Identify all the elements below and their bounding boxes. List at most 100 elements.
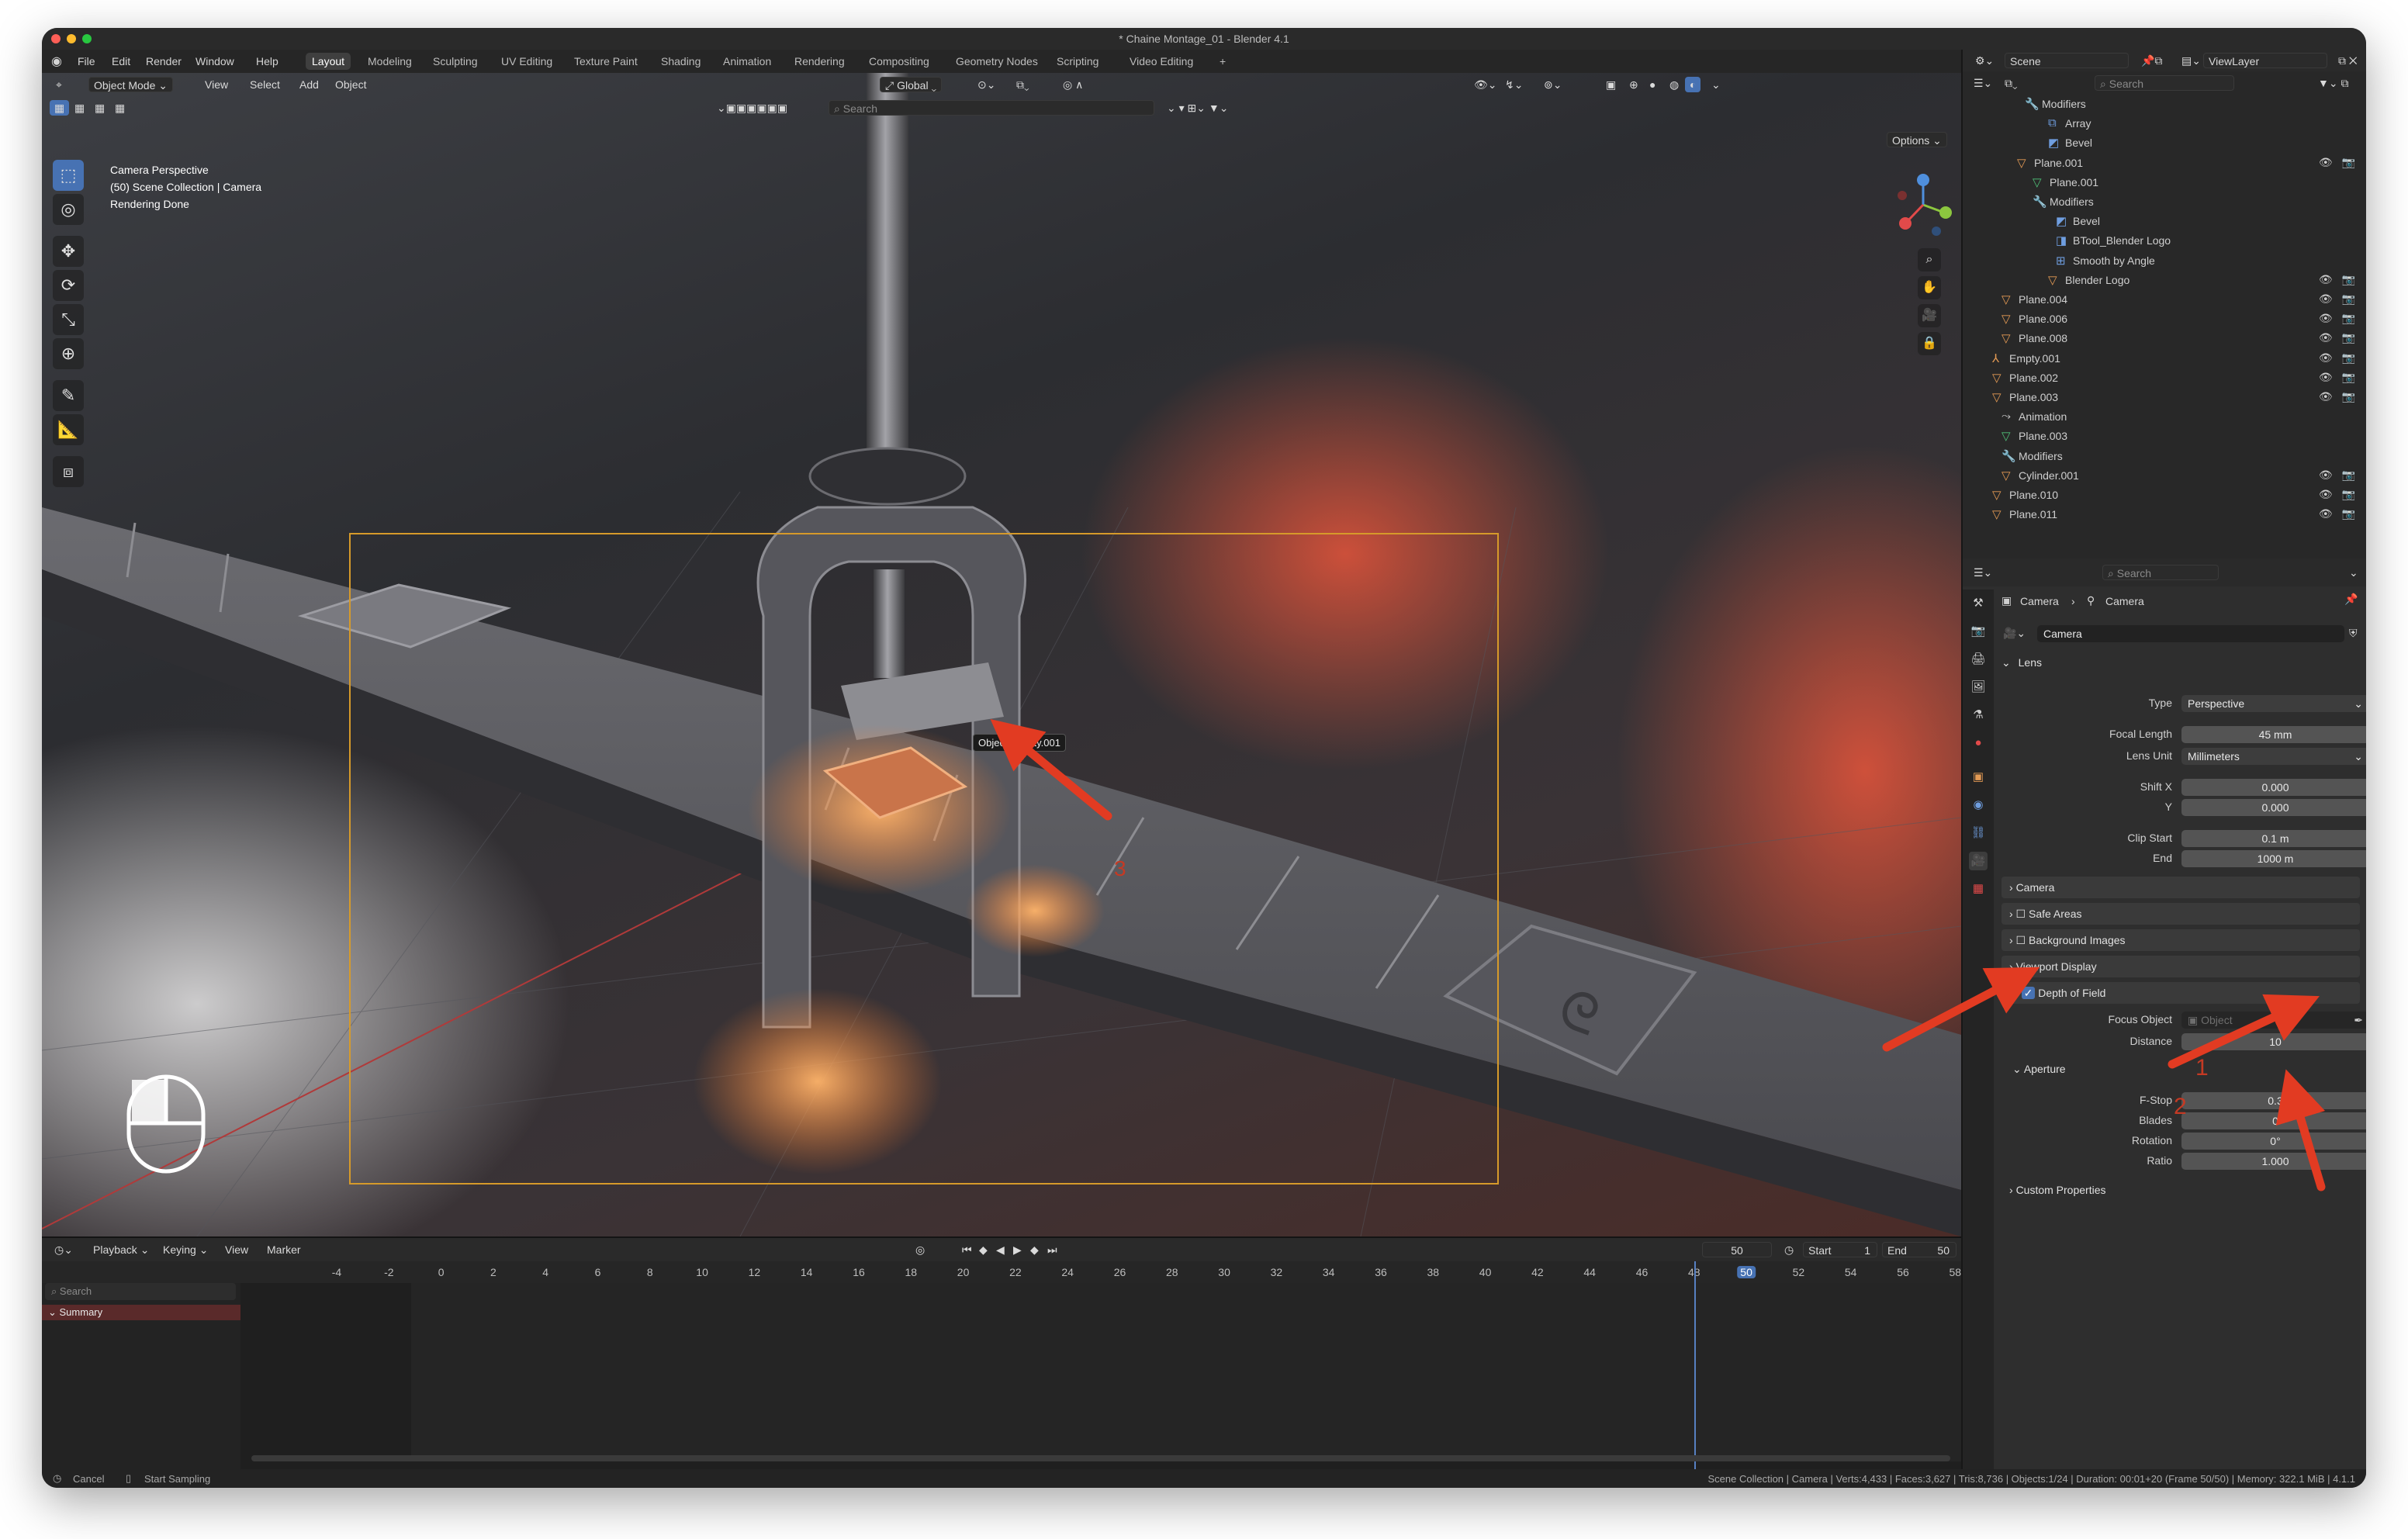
proportional-editing-icon[interactable]: ◎ ∧ [1058,77,1088,92]
outliner-row[interactable]: ▽ Plane.011 👁 📷 [1963,505,2366,524]
outliner-row[interactable]: ⧉ Array [1963,114,2366,133]
tab-geometry-nodes[interactable]: Geometry Nodes [950,53,1044,70]
visibility-toggle-icon[interactable]: 👁 📷 [2319,292,2358,306]
timeline-menu-marker[interactable]: Marker [262,1242,306,1257]
world-tab-icon[interactable]: ● [1969,734,1988,752]
navigation-gizmo[interactable] [1888,166,1958,244]
options-dropdown[interactable]: Options ⌄ [1887,132,1947,147]
select-box-subtract-icon[interactable]: ▦ [90,100,109,116]
viewport-search-input[interactable]: ⌕ Search [829,100,1154,116]
safe-areas-panel-header[interactable]: › ☐ Safe Areas [2001,903,2360,925]
physics-tab-icon[interactable]: ◉ [1969,796,1988,814]
outliner-row[interactable]: ▽ Plane.010 👁 📷 [1963,486,2366,505]
timeline-menu-view[interactable]: View [220,1242,253,1257]
depth-of-field-checkbox[interactable]: ✓ [2021,987,2036,999]
tab-uv-editing[interactable]: UV Editing [495,53,559,70]
tab-video-editing[interactable]: Video Editing [1123,53,1199,70]
shading-solid-icon[interactable]: ● [1645,77,1660,92]
scene-pin-icon[interactable]: 📌⧉ [2136,53,2167,68]
scene-tab-icon[interactable]: ⚗ [1969,706,1988,725]
fstop-field[interactable]: 0.3 [2181,1092,2366,1109]
3d-viewport[interactable]: ᘓ ⌖ Object Mode ⌄ View Select Add Object… [42,73,1961,1236]
outliner-row[interactable]: ▽ Plane.003 👁 📷 [1963,388,2366,407]
outliner-row[interactable]: ▽ Cylinder.001 👁 📷 [1963,466,2366,486]
jump-keyframe-back-icon[interactable]: ◆ [974,1242,992,1257]
tab-scripting[interactable]: Scripting [1050,53,1105,70]
tool-tab-icon[interactable]: ⚒ [1969,594,1988,613]
tab-sculpting[interactable]: Sculpting [427,53,484,70]
display-mode-icon[interactable]: ⧉⌄ [2000,75,2022,91]
jump-end-icon[interactable]: ⏭ [1043,1242,1062,1257]
outliner-row[interactable]: ▽ Plane.002 👁 📷 [1963,368,2366,388]
distance-field[interactable]: 10 [2181,1033,2366,1050]
output-tab-icon[interactable]: 🖨 [1969,650,1988,669]
blender-logo-icon[interactable]: ◉ [51,54,62,69]
properties-options-icon[interactable]: ⌄ [2344,565,2363,580]
constraints-tab-icon[interactable]: ⛓ [1969,824,1988,842]
menu-file[interactable]: File [78,55,95,67]
play-reverse-icon[interactable]: ◀ [991,1242,1009,1257]
menu-help[interactable]: Help [256,55,279,67]
zoom-view-icon[interactable]: ⌕ [1918,248,1941,271]
outliner-row[interactable]: ▽ Plane.004 👁 📷 [1963,290,2366,310]
focal-length-field[interactable]: 45 mm [2181,726,2366,743]
collection-filter-icon[interactable]: ⌄▣▣▣▣▣▣ [712,100,792,116]
outliner-row[interactable]: ◩ Bevel [1963,212,2366,231]
select-box-new-icon[interactable]: ▦ [50,100,70,116]
filter-options-icon[interactable]: ⌄ ▾ ⊞⌄ ▼⌄ [1162,100,1233,116]
menu-window[interactable]: Window [195,55,234,67]
tab-texture-paint[interactable]: Texture Paint [568,53,644,70]
timeline-editor-icon[interactable]: ◷⌄ [50,1242,78,1257]
depth-of-field-panel-header[interactable]: ⌄ ✓ Depth of Field [2001,982,2360,1004]
pin-icon[interactable]: 📌 [2344,593,2358,606]
tab-rendering[interactable]: Rendering [788,53,851,70]
editor-type-icon[interactable]: ⌖ [51,77,67,92]
annotate-tool-icon[interactable]: ✎ [53,380,84,411]
play-icon[interactable]: ▶ [1009,1242,1026,1257]
outliner-row[interactable]: ◨ BTool_Blender Logo [1963,231,2366,251]
viewport-menu-view[interactable]: View [200,77,233,92]
object-mode-dropdown[interactable]: Object Mode ⌄ [88,77,173,92]
menu-render[interactable]: Render [146,55,182,67]
outliner-row[interactable]: ▽ Plane.008 👁 📷 [1963,329,2366,348]
outliner-row[interactable]: ▽ Plane.001 [1963,173,2366,192]
outliner-row[interactable]: ⊞ Smooth by Angle [1963,251,2366,271]
tab-modeling[interactable]: Modeling [362,53,418,70]
shift-y-field[interactable]: 0.000 [2181,799,2366,816]
viewport-menu-select[interactable]: Select [245,77,285,92]
tab-layout[interactable]: Layout [306,53,351,70]
timeline-ruler[interactable]: -4 -2 0 2 4 6 8 10 12 14 16 18 20 22 24 26 28 30 32 34 36 38 4… [42,1261,1961,1283]
pan-view-icon[interactable]: ✋ [1918,276,1941,299]
outliner-row[interactable]: ⤳ Animation [1963,407,2366,427]
visibility-toggle-icon[interactable]: 👁 📷 [2319,331,2358,344]
properties-search-input[interactable]: ⌕ Search [2102,565,2219,580]
outliner-row[interactable]: ▽ Plane.003 [1963,427,2366,446]
camera-datablock-name[interactable]: Camera [2037,625,2344,642]
timeline-search-input[interactable]: ⌕ Search [45,1283,236,1300]
summary-channel[interactable]: ⌄ Summary [42,1305,240,1320]
ratio-field[interactable]: 1.000 [2181,1153,2366,1170]
camera-data-tab-icon[interactable]: 🎥 [1969,852,1988,870]
clip-start-field[interactable]: 0.1 m [2181,830,2366,847]
blades-field[interactable]: 0 [2181,1112,2366,1129]
outliner-search-input[interactable]: ⌕ Search [2095,75,2234,91]
custom-properties-panel-header[interactable]: › Custom Properties [2001,1179,2360,1201]
viewport-menu-add[interactable]: Add [295,77,323,92]
outliner-editor-icon[interactable]: ☰⌄ [1969,75,1997,91]
scale-tool-icon[interactable]: ⤡ [53,304,84,335]
scene-selector[interactable]: Scene [2005,53,2129,68]
visibility-toggle-icon[interactable]: 👁 📷 [2319,156,2358,169]
snapping-icon[interactable]: ⧉⌄ [1012,77,1034,92]
jump-keyframe-forward-icon[interactable]: ◆ [1026,1242,1043,1257]
clip-end-field[interactable]: 1000 m [2181,850,2366,867]
pivot-point-icon[interactable]: ⊙⌄ [973,77,1000,92]
lens-panel-header[interactable]: ⌄ Lens [2001,656,2360,675]
add-cube-tool-icon[interactable]: ⧈ [53,456,84,487]
measure-tool-icon[interactable]: 📐 [53,414,84,445]
rotation-field[interactable]: 0° [2181,1133,2366,1150]
outliner-row[interactable]: ⅄ Empty.001 👁 📷 [1963,349,2366,368]
cursor-tool-icon[interactable]: ◎ [53,194,84,225]
outliner-row[interactable]: ◩ Bevel [1963,133,2366,153]
visibility-toggle-icon[interactable]: 👁 📷 [2319,371,2358,384]
outliner-row[interactable]: ▽ Plane.001 👁 📷 [1963,154,2366,173]
